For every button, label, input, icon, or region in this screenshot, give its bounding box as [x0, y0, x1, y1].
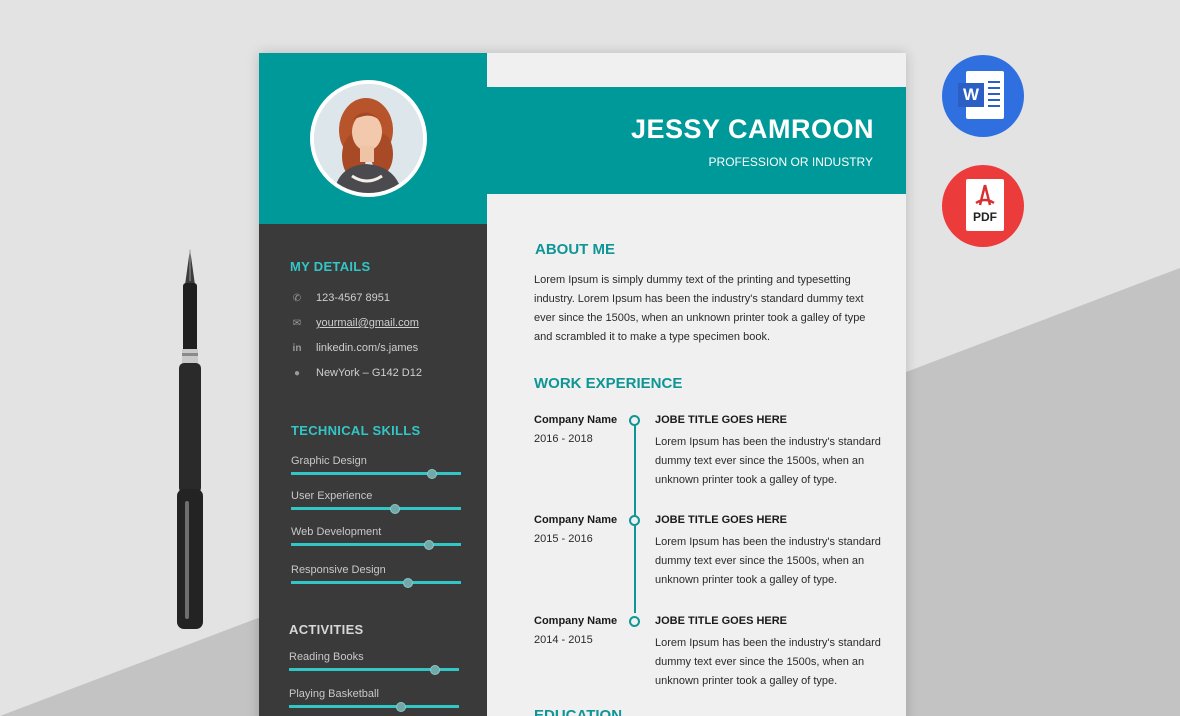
job-description: Lorem Ipsum has been the industry's stan… — [655, 637, 881, 687]
skill-label: Graphic Design — [291, 455, 367, 467]
technical-skills-heading: TECHNICAL SKILLS — [291, 423, 421, 438]
work-experience-heading: WORK EXPERIENCE — [534, 375, 683, 392]
profile-photo — [310, 80, 427, 197]
timeline-dot — [629, 515, 640, 526]
word-letter: W — [958, 83, 984, 107]
company-name: Company Name — [534, 514, 618, 526]
resume-page: JESSY CAMROON PROFESSION OR INDUSTRY MY … — [259, 53, 906, 716]
skill-label: Web Development — [291, 526, 382, 538]
job-title: JOBE TITLE GOES HERE — [655, 414, 788, 426]
activities-heading: ACTIVITIES — [289, 622, 364, 637]
sidebar-header — [259, 53, 487, 224]
company-name: Company Name — [534, 414, 618, 426]
job-years: 2015 - 2016 — [534, 533, 593, 545]
skill-bar — [291, 504, 461, 514]
detail-linkedin: in linkedin.com/s.james — [289, 342, 419, 354]
word-download-button[interactable]: W — [942, 55, 1024, 137]
location-pin-icon: ● — [293, 367, 301, 379]
full-name: JESSY CAMROON — [630, 114, 874, 144]
name-banner: JESSY CAMROON PROFESSION OR INDUSTRY — [487, 87, 906, 194]
word-doc-icon: W — [958, 71, 1004, 119]
skill-item: Responsive Design — [291, 564, 461, 588]
phone-icon: ✆ — [292, 292, 302, 304]
detail-location: ● NewYork – G142 D12 — [289, 367, 422, 379]
skill-bar — [291, 469, 461, 479]
portrait-image — [314, 84, 423, 193]
skill-knob — [423, 540, 434, 550]
about-me-heading: ABOUT ME — [535, 241, 615, 258]
skill-item: Web Development — [291, 526, 461, 550]
skill-label: User Experience — [291, 490, 373, 502]
job-entry: Company Name 2014 - 2015 JOBE TITLE GOES… — [534, 615, 894, 705]
email-link[interactable]: yourmail@gmail.com — [316, 317, 419, 329]
job-description: Lorem Ipsum has been the industry's stan… — [655, 436, 881, 486]
skill-bar — [291, 578, 461, 588]
timeline-dot — [629, 616, 640, 627]
timeline-dot — [629, 415, 640, 426]
skill-item: User Experience — [291, 490, 461, 514]
mail-icon: ✉ — [292, 317, 302, 329]
profession-text: PROFESSION OR INDUSTRY — [708, 155, 873, 169]
about-me-text: Lorem Ipsum is simply dummy text of the … — [534, 274, 866, 343]
skill-label: Responsive Design — [291, 564, 386, 576]
fountain-pen-image — [177, 249, 203, 629]
linkedin-icon: in — [292, 342, 302, 354]
activity-bar — [289, 665, 459, 675]
job-entry: Company Name 2016 - 2018 JOBE TITLE GOES… — [534, 414, 894, 504]
activity-label: Playing Basketball — [289, 688, 379, 700]
activity-bar — [289, 702, 459, 712]
activity-item: Playing Basketball — [289, 688, 459, 712]
job-title: JOBE TITLE GOES HERE — [655, 615, 788, 627]
skill-bar — [291, 540, 461, 550]
detail-email[interactable]: ✉ yourmail@gmail.com — [289, 317, 419, 329]
pdf-label: PDF — [973, 210, 997, 224]
activity-label: Reading Books — [289, 651, 364, 663]
skill-knob — [389, 504, 400, 514]
detail-phone: ✆ 123-4567 8951 — [289, 292, 390, 304]
job-entry: Company Name 2015 - 2016 JOBE TITLE GOES… — [534, 514, 894, 604]
education-heading: EDUCATION — [534, 707, 623, 716]
skill-item: Graphic Design — [291, 455, 461, 479]
pdf-doc-icon: PDF — [966, 179, 1004, 231]
job-description: Lorem Ipsum has been the industry's stan… — [655, 536, 881, 586]
job-title: JOBE TITLE GOES HERE — [655, 514, 788, 526]
my-details-heading: MY DETAILS — [290, 259, 371, 274]
pdf-download-button[interactable]: PDF — [942, 165, 1024, 247]
job-years: 2014 - 2015 — [534, 634, 593, 646]
job-years: 2016 - 2018 — [534, 433, 593, 445]
company-name: Company Name — [534, 615, 618, 627]
activity-item: Reading Books — [289, 651, 459, 675]
